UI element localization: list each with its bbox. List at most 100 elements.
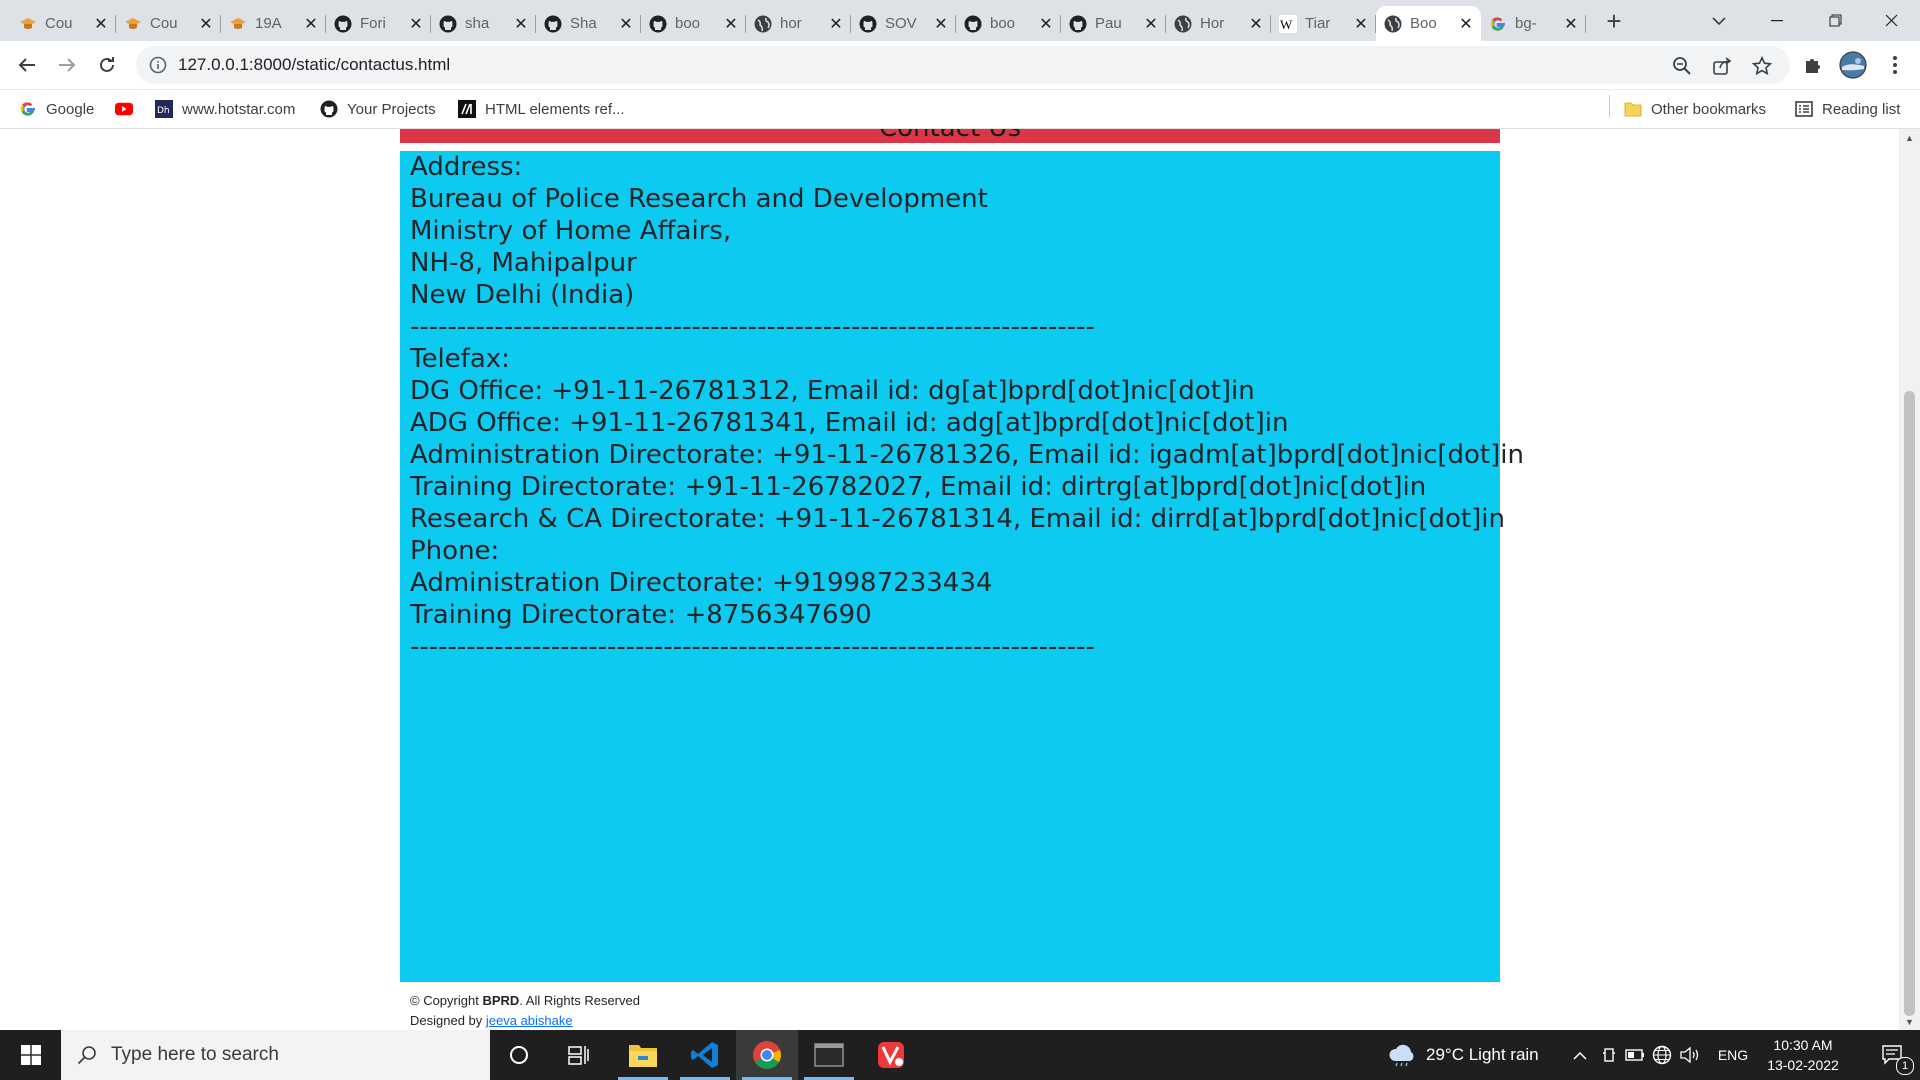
cortana-circle-icon xyxy=(510,1046,528,1064)
github-icon xyxy=(649,15,667,33)
contact-line: Address: xyxy=(410,152,523,182)
tray-volume[interactable] xyxy=(1677,1030,1703,1080)
browser-tab[interactable]: Cou ✕ xyxy=(116,6,221,41)
tab-close-icon[interactable]: ✕ xyxy=(1457,15,1475,33)
tab-title: 19A xyxy=(255,15,282,32)
tab-search-button[interactable] xyxy=(1690,0,1748,41)
tab-close-icon[interactable]: ✕ xyxy=(1037,15,1055,33)
tab-close-icon[interactable]: ✕ xyxy=(722,15,740,33)
browser-tab[interactable]: Fori ✕ xyxy=(326,6,431,41)
tab-close-icon[interactable]: ✕ xyxy=(512,15,530,33)
tab-close-icon[interactable]: ✕ xyxy=(1247,15,1265,33)
browser-tab[interactable]: hor ✕ xyxy=(746,6,851,41)
tab-close-icon[interactable]: ✕ xyxy=(932,15,950,33)
tab-title: Boo xyxy=(1410,15,1437,32)
taskbar-vscode[interactable] xyxy=(674,1030,736,1080)
weather-widget[interactable]: 29°C Light rain xyxy=(1388,1030,1568,1080)
folder-icon xyxy=(1624,100,1642,118)
scroll-up-arrow[interactable]: ▲ xyxy=(1899,129,1920,146)
zoom-out-icon xyxy=(1673,57,1691,75)
taskbar-vivaldi[interactable] xyxy=(860,1030,922,1080)
browser-tab[interactable]: boo ✕ xyxy=(641,6,746,41)
task-view-button[interactable] xyxy=(548,1030,610,1080)
taskbar-terminal[interactable] xyxy=(798,1030,860,1080)
taskbar-search-box[interactable]: Type here to search xyxy=(61,1030,490,1080)
forward-button[interactable] xyxy=(51,49,83,81)
bookmark-your-projects[interactable]: Your Projects xyxy=(320,98,436,120)
profile-button[interactable] xyxy=(1837,49,1869,81)
taskbar-chrome[interactable] xyxy=(736,1030,798,1080)
bookmark-youtube[interactable] xyxy=(115,98,142,120)
scrollbar-thumb[interactable] xyxy=(1904,391,1915,1016)
input-language[interactable]: ENG xyxy=(1709,1030,1757,1080)
tray-battery[interactable] xyxy=(1623,1030,1647,1080)
tab-close-icon[interactable]: ✕ xyxy=(1142,15,1160,33)
designer-link[interactable]: jeeva abishake xyxy=(486,1013,573,1028)
tab-close-icon[interactable]: ✕ xyxy=(197,15,215,33)
tab-close-icon[interactable]: ✕ xyxy=(1352,15,1370,33)
reading-list-button[interactable]: Reading list xyxy=(1795,98,1900,120)
bookmark-html-elements[interactable]: HTML elements ref... xyxy=(458,98,624,120)
tab-close-icon[interactable]: ✕ xyxy=(827,15,845,33)
terminal-icon xyxy=(814,1043,844,1067)
bookmark-label: www.hotstar.com xyxy=(182,100,296,118)
vscode-icon xyxy=(691,1042,718,1068)
browser-tab[interactable]: 19A ✕ xyxy=(221,6,326,41)
restore-button[interactable] xyxy=(1806,0,1864,41)
browser-tab[interactable]: bg- ✕ xyxy=(1481,6,1586,41)
browser-tab[interactable]: sha ✕ xyxy=(431,6,536,41)
contact-line: Administration Directorate: +91998723343… xyxy=(410,568,993,598)
page-viewport: Contact Us Address:Bureau of Police Rese… xyxy=(0,129,1899,1030)
reload-button[interactable] xyxy=(91,49,123,81)
browser-tab[interactable]: Pau ✕ xyxy=(1061,6,1166,41)
browser-tab[interactable]: SOV ✕ xyxy=(851,6,956,41)
tab-close-icon[interactable]: ✕ xyxy=(302,15,320,33)
other-bookmarks-folder[interactable]: Other bookmarks xyxy=(1624,98,1766,120)
url-text[interactable]: 127.0.0.1:8000/static/contactus.html xyxy=(178,55,450,75)
browser-tab[interactable]: boo ✕ xyxy=(956,6,1061,41)
extensions-button[interactable] xyxy=(1797,49,1829,81)
contact-line: Research & CA Directorate: +91-11-267813… xyxy=(410,504,1505,534)
tray-meet-now[interactable] xyxy=(1598,1030,1620,1080)
new-tab-button[interactable]: + xyxy=(1600,6,1628,36)
bookmark-star-button[interactable] xyxy=(1751,55,1773,77)
scroll-down-arrow[interactable]: ▼ xyxy=(1899,1013,1920,1030)
page-scrollbar[interactable]: ▲ ▼ xyxy=(1899,129,1920,1030)
copyright-suffix: . All Rights Reserved xyxy=(519,993,640,1008)
tab-close-icon[interactable]: ✕ xyxy=(92,15,110,33)
bookmark-google[interactable]: Google xyxy=(19,98,94,120)
browser-tab[interactable]: W Tiar ✕ xyxy=(1271,6,1376,41)
close-window-button[interactable] xyxy=(1862,0,1920,41)
browser-tab-active[interactable]: Boo ✕ xyxy=(1376,6,1481,41)
back-button[interactable] xyxy=(11,49,43,81)
minimize-button[interactable] xyxy=(1748,0,1806,41)
zoom-button[interactable] xyxy=(1671,55,1693,77)
hotstar-icon: Dh xyxy=(155,100,173,118)
tab-close-icon[interactable]: ✕ xyxy=(1562,15,1580,33)
bookmarks-divider xyxy=(1609,95,1610,117)
clock[interactable]: 10:30 AM 13-02-2022 xyxy=(1762,1030,1844,1080)
tab-title: hor xyxy=(780,15,802,32)
menu-button[interactable] xyxy=(1879,49,1911,81)
taskbar-file-explorer[interactable] xyxy=(612,1030,674,1080)
restore-icon xyxy=(1829,14,1841,27)
browser-tab[interactable]: Hor ✕ xyxy=(1166,6,1271,41)
designed-prefix: Designed by xyxy=(410,1013,486,1028)
start-button[interactable] xyxy=(0,1030,61,1080)
address-bar[interactable]: 127.0.0.1:8000/static/contactus.html xyxy=(136,46,1790,84)
tray-network[interactable] xyxy=(1649,1030,1675,1080)
svg-text:W: W xyxy=(1280,17,1293,32)
action-center-button[interactable]: 1 xyxy=(1866,1030,1920,1080)
cortana-button[interactable] xyxy=(490,1030,548,1080)
tab-close-icon[interactable]: ✕ xyxy=(407,15,425,33)
share-button[interactable] xyxy=(1711,55,1733,77)
mdn-icon xyxy=(458,100,476,118)
bookmark-hotstar[interactable]: Dh www.hotstar.com xyxy=(155,98,295,120)
site-info-icon[interactable] xyxy=(148,55,168,75)
windows-logo-icon xyxy=(20,1045,41,1065)
contact-line: Administration Directorate: +91-11-26781… xyxy=(410,440,1524,470)
browser-tab[interactable]: Cou ✕ xyxy=(11,6,116,41)
tab-close-icon[interactable]: ✕ xyxy=(617,15,635,33)
show-hidden-icons[interactable] xyxy=(1568,1030,1592,1080)
browser-tab[interactable]: Sha ✕ xyxy=(536,6,641,41)
